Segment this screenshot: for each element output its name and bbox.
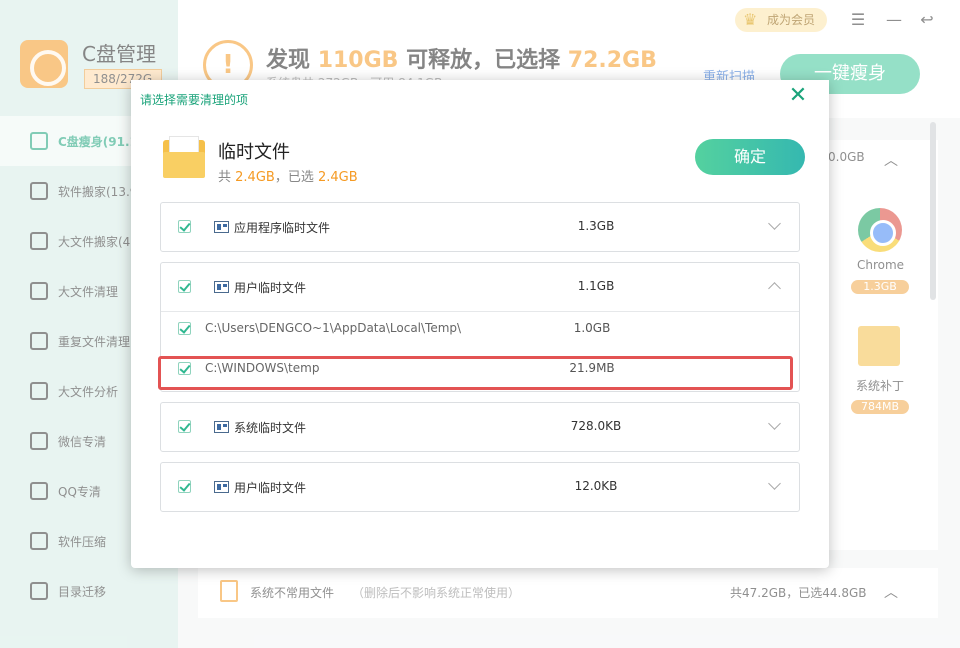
list-item[interactable]: 系统临时文件 728.0KB [160,402,800,452]
total-size: 2.4GB [235,170,275,185]
window-icon [214,221,229,233]
window-icon [214,281,229,293]
item-checkbox[interactable] [178,480,191,493]
item-checkbox[interactable] [178,420,191,433]
item-label: 应用程序临时文件 [234,221,331,235]
item-label: 用户临时文件 [234,481,307,495]
dialog-title: 请选择需要清理的项 [140,93,249,107]
list-item[interactable]: 用户临时文件 12.0KB [160,462,800,512]
item-label: 系统临时文件 [234,421,307,435]
confirm-button[interactable]: 确定 [695,139,805,175]
dialog-header: 请选择需要清理的项 ✕ [131,80,829,116]
cleanup-select-dialog: 请选择需要清理的项 ✕ 临时文件 共 2.4GB，已选 2.4GB 确定 应用程… [131,80,829,568]
close-icon[interactable]: ✕ [786,84,810,108]
section-title: 临时文件 [218,142,290,163]
item-checkbox[interactable] [178,220,191,233]
item-checkbox[interactable] [178,280,191,293]
chevron-up-icon[interactable] [767,277,783,293]
highlight-box [158,356,793,390]
window-icon [214,481,229,493]
item-size: 12.0KB [574,479,618,493]
item-size: 1.1GB [577,279,615,293]
item-size: 728.0KB [570,419,622,433]
item-label: 用户临时文件 [234,281,307,295]
section-summary: 共 2.4GB，已选 2.4GB [218,170,358,185]
child-size: 1.0GB [573,321,611,335]
item-size: 1.3GB [577,219,615,233]
child-path: C:\Users\DENGCO~1\AppData\Local\Temp\ [205,321,462,335]
window-icon [214,421,229,433]
chevron-down-icon[interactable] [767,477,783,493]
chevron-down-icon[interactable] [767,217,783,233]
chevron-down-icon[interactable] [767,417,783,433]
child-checkbox[interactable] [178,322,191,335]
folder-icon [163,136,205,178]
list-item[interactable]: 应用程序临时文件 1.3GB [160,202,800,252]
selected-size: 2.4GB [317,170,358,185]
